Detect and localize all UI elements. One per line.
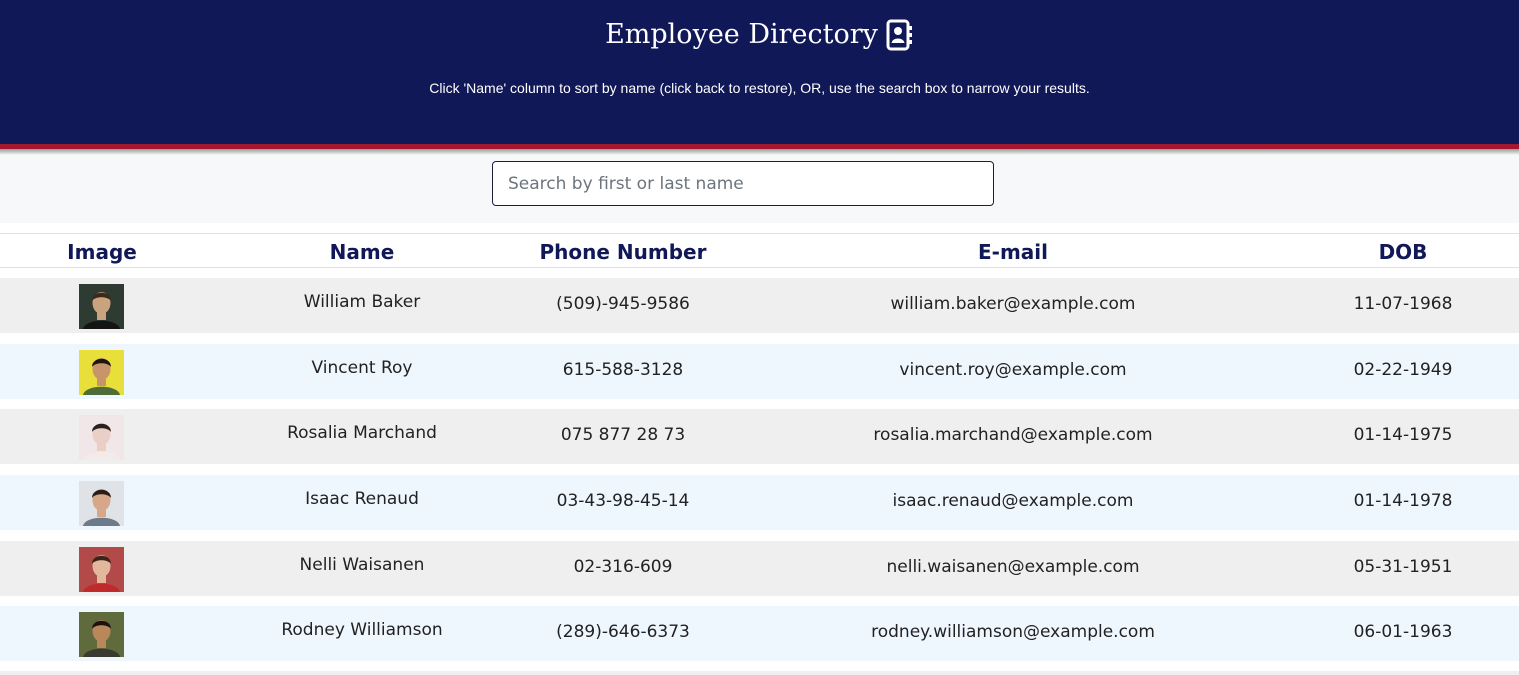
- employee-email: vincent.roy@example.com: [899, 360, 1127, 380]
- table-row: Vincent Roy 615-588-3128 vincent.roy@exa…: [0, 344, 1519, 399]
- employee-email: rodney.williamson@example.com: [871, 622, 1155, 642]
- employee-avatar: [79, 481, 124, 526]
- employee-email: william.baker@example.com: [890, 294, 1136, 314]
- employee-email: nelli.waisanen@example.com: [886, 557, 1140, 577]
- employee-dob: 11-07-1968: [1353, 294, 1453, 314]
- column-header-image: Image: [67, 240, 137, 264]
- column-header-email: E-mail: [977, 240, 1049, 264]
- page-instructions: Click 'Name' column to sort by name (cli…: [429, 80, 1090, 96]
- table-row: Rodney Williamson (289)-646-6373 rodney.…: [0, 606, 1519, 661]
- employee-email: isaac.renaud@example.com: [892, 491, 1134, 511]
- employee-phone: 02-316-609: [573, 557, 673, 577]
- employee-phone: (509)-945-9586: [556, 294, 690, 314]
- table-row: Rosalia Marchand 075 877 28 73 rosalia.m…: [0, 409, 1519, 464]
- employee-avatar: [79, 612, 124, 657]
- page-title: Employee Directory: [605, 19, 878, 50]
- employee-dob: 01-14-1978: [1353, 491, 1453, 511]
- employee-dob: 05-31-1951: [1353, 557, 1453, 577]
- address-book-icon: [886, 19, 914, 51]
- employee-name: Nelli Waisanen: [299, 555, 425, 575]
- employee-phone: 075 877 28 73: [560, 425, 686, 445]
- employee-avatar: [79, 350, 124, 395]
- employee-avatar: [79, 284, 124, 329]
- employee-name: Vincent Roy: [311, 358, 413, 378]
- page-title-wrap: Employee Directory: [0, 16, 1519, 54]
- employee-phone: 03-43-98-45-14: [556, 491, 690, 511]
- employee-dob: 01-14-1975: [1353, 425, 1453, 445]
- employee-avatar: [79, 415, 124, 460]
- table-row: Isaac Renaud 03-43-98-45-14 isaac.renaud…: [0, 475, 1519, 530]
- employee-dob: 02-22-1949: [1353, 360, 1453, 380]
- search-input[interactable]: [492, 161, 994, 206]
- employee-phone: (289)-646-6373: [556, 622, 690, 642]
- column-header-phone: Phone Number: [539, 240, 707, 264]
- employee-avatar: [79, 547, 124, 592]
- page-header: Employee Directory Click 'Name' column t…: [0, 0, 1519, 144]
- employee-name: Rodney Williamson: [281, 620, 443, 640]
- table-bottom-edge: [0, 671, 1519, 675]
- employee-dob: 06-01-1963: [1353, 622, 1453, 642]
- column-header-dob: DOB: [1378, 240, 1428, 264]
- table-header-row: Image Name Phone Number E-mail DOB: [0, 233, 1519, 268]
- table-row: Nelli Waisanen 02-316-609 nelli.waisanen…: [0, 541, 1519, 596]
- employee-name: William Baker: [303, 292, 421, 312]
- employee-email: rosalia.marchand@example.com: [873, 425, 1153, 445]
- table-row: William Baker (509)-945-9586 william.bak…: [0, 278, 1519, 333]
- employee-name: Isaac Renaud: [305, 489, 419, 509]
- column-header-name[interactable]: Name: [330, 234, 395, 269]
- employee-phone: 615-588-3128: [562, 360, 684, 380]
- employee-name: Rosalia Marchand: [287, 423, 437, 443]
